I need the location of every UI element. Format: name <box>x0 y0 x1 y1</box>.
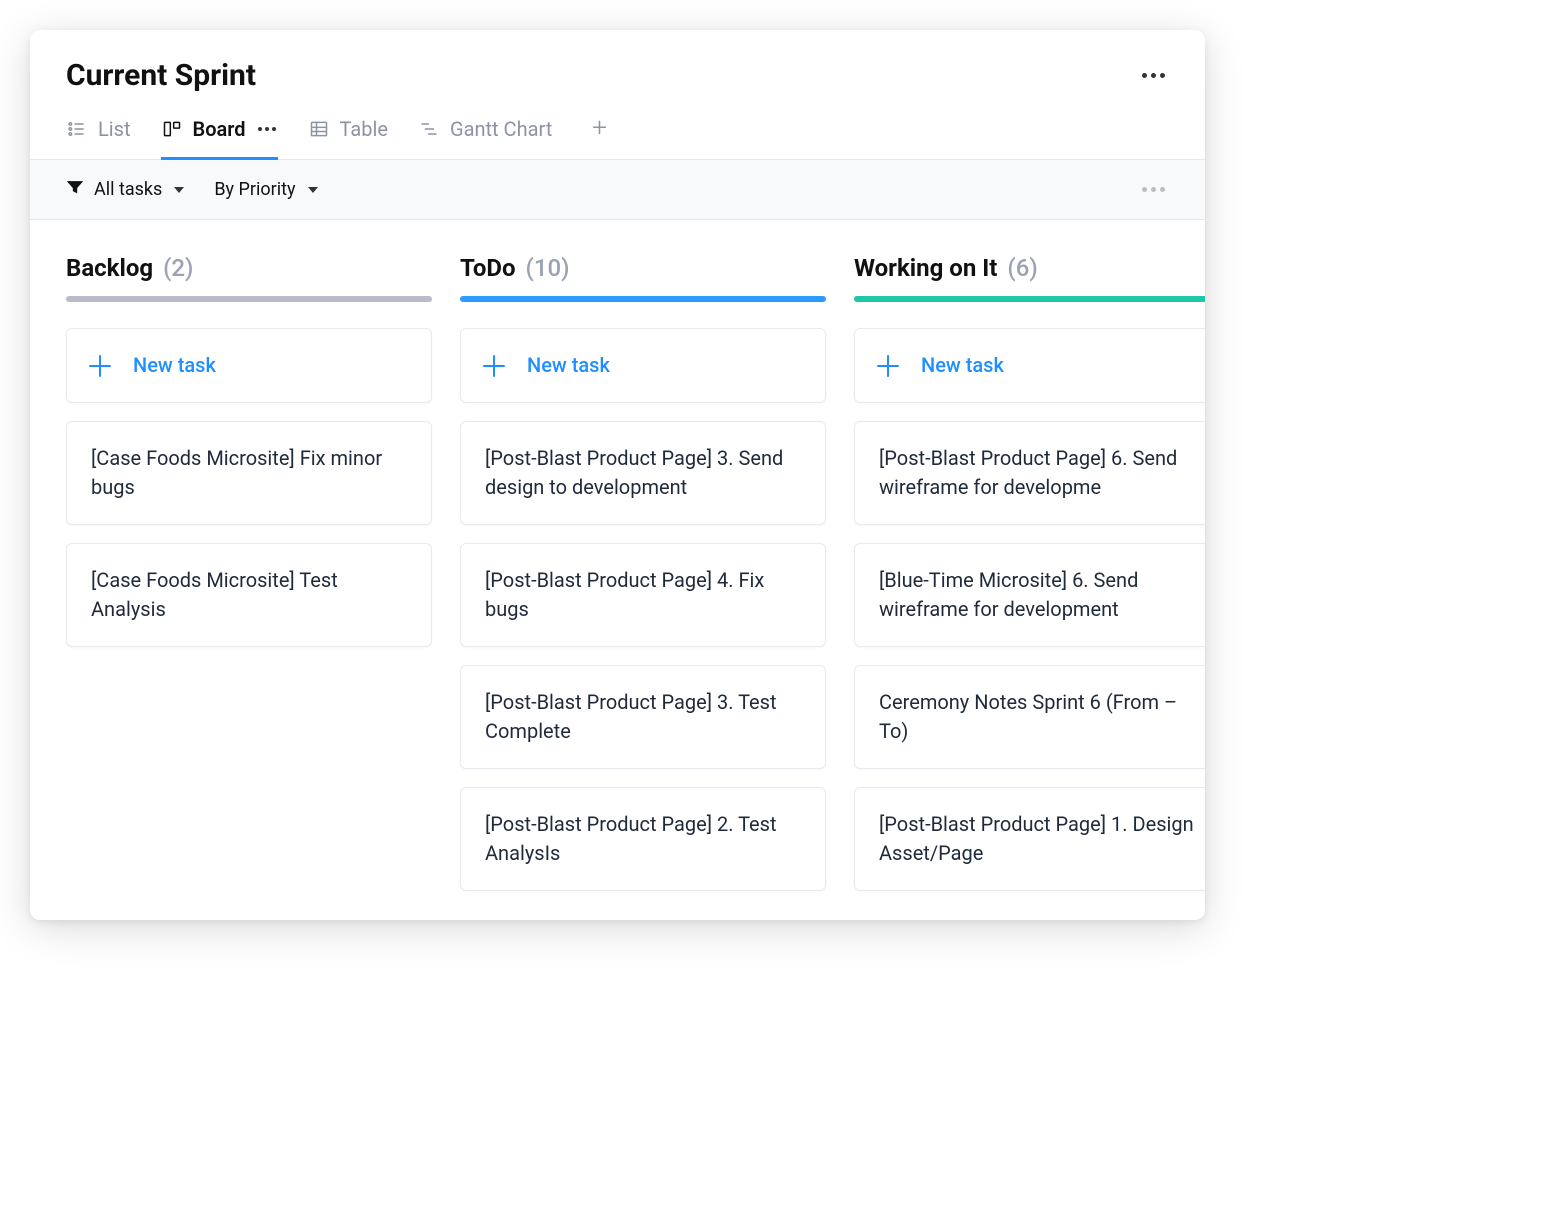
plus-icon <box>877 355 899 377</box>
filter-bar-left: All tasks By Priority <box>66 178 318 201</box>
task-card[interactable]: [Blue-Time Microsite] 6. Send wireframe … <box>854 543 1205 647</box>
plus-icon <box>483 355 505 377</box>
task-title: Ceremony Notes Sprint 6 (From – To) <box>879 690 1177 743</box>
list-icon <box>66 118 88 140</box>
task-card[interactable]: [Post-Blast Product Page] 6. Send wirefr… <box>854 421 1205 525</box>
task-card[interactable]: [Case Foods Microsite] Test Analysis <box>66 543 432 647</box>
filter-tasks[interactable]: All tasks <box>66 178 184 201</box>
table-icon <box>308 118 330 140</box>
task-title: [Blue-Time Microsite] 6. Send wireframe … <box>879 568 1138 621</box>
filter-group[interactable]: By Priority <box>214 179 317 200</box>
column-title: Working on It <box>854 254 997 282</box>
column-count: (2) <box>163 254 193 282</box>
task-title: [Post-Blast Product Page] 6. Send wirefr… <box>879 446 1177 499</box>
column-rule <box>854 296 1205 302</box>
board-icon <box>161 118 183 140</box>
task-card[interactable]: [Post-Blast Product Page] 4. Fix bugs <box>460 543 826 647</box>
board-columns: Backlog (2) New task [Case Foods Microsi… <box>30 220 1205 920</box>
page-title: Current Sprint <box>66 58 256 93</box>
column-header: ToDo (10) <box>460 254 826 296</box>
column-title: Backlog <box>66 254 153 282</box>
tab-board-more[interactable] <box>256 127 278 131</box>
task-title: [Case Foods Microsite] Fix minor bugs <box>91 446 382 499</box>
add-view-button[interactable]: + <box>582 107 617 159</box>
filter-icon <box>66 178 84 201</box>
task-title: [Post-Blast Product Page] 4. Fix bugs <box>485 568 764 621</box>
task-card[interactable]: Ceremony Notes Sprint 6 (From – To) <box>854 665 1205 769</box>
column-header: Working on It (6) <box>854 254 1205 296</box>
column-cards: New task [Post-Blast Product Page] 6. Se… <box>854 328 1205 891</box>
filter-group-label: By Priority <box>214 179 295 200</box>
column-rule <box>66 296 432 302</box>
sprint-panel: Current Sprint List Board Table <box>30 30 1205 920</box>
tab-label: Table <box>340 117 388 141</box>
tab-list[interactable]: List <box>66 107 131 160</box>
new-task-button[interactable]: New task <box>460 328 826 403</box>
task-title: [Post-Blast Product Page] 3. Test Comple… <box>485 690 777 743</box>
task-card[interactable]: [Post-Blast Product Page] 2. Test Analys… <box>460 787 826 891</box>
column-cards: New task [Post-Blast Product Page] 3. Se… <box>460 328 826 891</box>
filter-bar: All tasks By Priority <box>30 160 1205 220</box>
new-task-button[interactable]: New task <box>66 328 432 403</box>
column-rule <box>460 296 826 302</box>
caret-down-icon <box>308 187 318 193</box>
column-backlog: Backlog (2) New task [Case Foods Microsi… <box>66 254 432 920</box>
filter-tasks-label: All tasks <box>94 179 162 200</box>
task-title: [Post-Blast Product Page] 2. Test Analys… <box>485 812 777 865</box>
task-card[interactable]: [Post-Blast Product Page] 1. Design Asse… <box>854 787 1205 891</box>
column-cards: New task [Case Foods Microsite] Fix mino… <box>66 328 432 647</box>
board-columns-wrap: Backlog (2) New task [Case Foods Microsi… <box>30 220 1205 920</box>
new-task-label: New task <box>133 351 216 380</box>
new-task-button[interactable]: New task <box>854 328 1205 403</box>
task-card[interactable]: [Post-Blast Product Page] 3. Test Comple… <box>460 665 826 769</box>
column-working: Working on It (6) New task [Post-Blast P… <box>854 254 1205 920</box>
caret-down-icon <box>174 187 184 193</box>
column-count: (6) <box>1007 254 1037 282</box>
tab-label: Gantt Chart <box>450 117 552 141</box>
plus-icon: + <box>592 113 607 143</box>
filterbar-more-menu[interactable] <box>1138 183 1169 196</box>
view-tabs: List Board Table Gantt Chart + <box>30 93 1205 160</box>
panel-header: Current Sprint <box>30 30 1205 93</box>
new-task-label: New task <box>921 351 1004 380</box>
tab-label: Board <box>193 117 246 141</box>
task-card[interactable]: [Post-Blast Product Page] 3. Send design… <box>460 421 826 525</box>
column-todo: ToDo (10) New task [Post-Blast Product P… <box>460 254 826 920</box>
column-count: (10) <box>526 254 570 282</box>
tab-label: List <box>98 117 131 141</box>
task-title: [Case Foods Microsite] Test Analysis <box>91 568 338 621</box>
task-title: [Post-Blast Product Page] 1. Design Asse… <box>879 812 1194 865</box>
task-title: [Post-Blast Product Page] 3. Send design… <box>485 446 783 499</box>
plus-icon <box>89 355 111 377</box>
panel-more-menu[interactable] <box>1138 69 1169 82</box>
tab-board[interactable]: Board <box>161 107 278 160</box>
column-header: Backlog (2) <box>66 254 432 296</box>
new-task-label: New task <box>527 351 610 380</box>
task-card[interactable]: [Case Foods Microsite] Fix minor bugs <box>66 421 432 525</box>
tab-gantt[interactable]: Gantt Chart <box>418 107 552 160</box>
gantt-icon <box>418 118 440 140</box>
tab-table[interactable]: Table <box>308 107 388 160</box>
column-title: ToDo <box>460 254 516 282</box>
